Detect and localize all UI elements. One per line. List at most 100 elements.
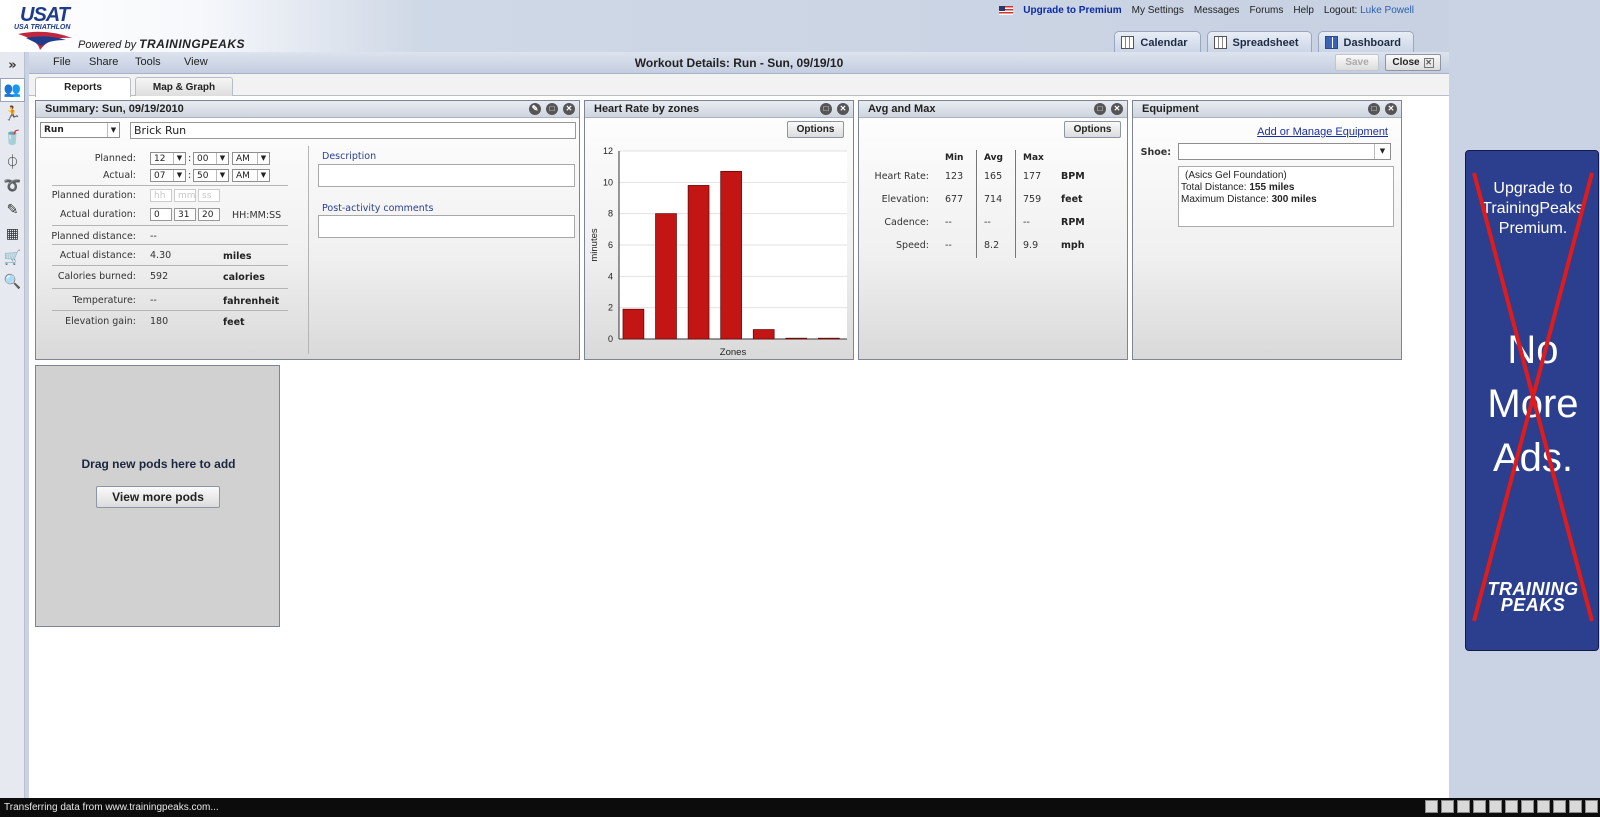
actual-duration-ss[interactable]: 20 xyxy=(198,208,220,221)
planned-duration-hh[interactable]: hh xyxy=(150,189,172,202)
distance-unit: miles xyxy=(223,251,252,262)
wrench-icon[interactable] xyxy=(1585,800,1598,813)
elevation-gain-label: Elevation gain: xyxy=(65,316,136,327)
actual-minute-select[interactable]: 50 ▼ xyxy=(193,169,229,182)
store-icon[interactable]: 🛒 xyxy=(0,246,25,270)
planned-minute-select[interactable]: 00 ▼ xyxy=(193,152,229,165)
refresh-icon[interactable] xyxy=(1569,800,1582,813)
tab-dashboard[interactable]: Dashboard xyxy=(1317,31,1414,53)
workout-title-input[interactable]: Brick Run xyxy=(130,122,576,139)
stat-max-cadence: -- xyxy=(1023,217,1030,228)
chart-y-tick-label: 12 xyxy=(603,146,613,156)
description-textarea[interactable] xyxy=(318,164,575,187)
calories-label: Calories burned: xyxy=(57,271,136,282)
planned-hour-select[interactable]: 12 ▼ xyxy=(150,152,186,165)
report-tabs: Reports Map & Graph xyxy=(29,74,1449,97)
maximize-icon[interactable]: □ xyxy=(546,103,558,115)
avg-max-pod-header[interactable]: Avg and Max □ ✕ xyxy=(859,101,1127,118)
maximize-icon[interactable]: □ xyxy=(1094,103,1106,115)
stat-min-elevation: 677 xyxy=(945,194,964,205)
routes-icon[interactable]: ➰ xyxy=(0,174,25,198)
top-header: USAT USA TRIATHLON Powered by TRAININGPE… xyxy=(0,0,1600,53)
metrics-icon[interactable]: ⏀ xyxy=(0,150,25,174)
chart-icon[interactable] xyxy=(1537,800,1550,813)
chart-x-axis-label: Zones xyxy=(720,347,747,358)
planned-ampm-select[interactable]: AM ▼ xyxy=(232,152,270,165)
calories-value[interactable]: 592 xyxy=(150,271,168,282)
cursor-icon[interactable] xyxy=(1521,800,1534,813)
summary-pod-header[interactable]: Summary: Sun, 09/19/2010 ✎ □ ✕ xyxy=(36,101,579,118)
page-icon[interactable] xyxy=(1441,800,1454,813)
menu-file[interactable]: File xyxy=(53,56,71,68)
edit-icon[interactable]: ✎ xyxy=(529,103,541,115)
user-name[interactable]: Luke Powell xyxy=(1360,5,1414,16)
actual-ampm-select[interactable]: AM ▼ xyxy=(232,169,270,182)
post-comments-textarea[interactable] xyxy=(318,215,575,238)
maximize-icon[interactable]: □ xyxy=(820,103,832,115)
forums-link[interactable]: Forums xyxy=(1249,5,1283,16)
column-divider xyxy=(976,150,977,258)
upgrade-link[interactable]: Upgrade to Premium xyxy=(1023,5,1121,16)
pod-drop-zone[interactable]: Drag new pods here to add View more pods xyxy=(35,365,280,627)
time-colon: : xyxy=(188,170,192,181)
divider xyxy=(52,185,288,186)
maximize-icon[interactable]: □ xyxy=(1368,103,1380,115)
planned-duration-ss[interactable]: ss xyxy=(198,189,220,202)
save-icon[interactable] xyxy=(1489,800,1502,813)
logout-label[interactable]: Logout: Luke Powell xyxy=(1324,5,1414,16)
premium-ad[interactable]: Upgrade to TrainingPeaks Premium. No Mor… xyxy=(1465,150,1599,651)
actual-duration-m-value: 31 xyxy=(178,209,190,220)
my-settings-link[interactable]: My Settings xyxy=(1132,5,1184,16)
expand-rail-icon[interactable]: » xyxy=(0,52,25,78)
usat-logo[interactable]: USAT USA TRIATHLON Powered by TRAININGPE… xyxy=(14,4,254,52)
save-button[interactable]: Save xyxy=(1335,54,1379,71)
menu-share[interactable]: Share xyxy=(89,56,118,68)
tab-map-graph[interactable]: Map & Graph xyxy=(135,77,233,96)
messages-link[interactable]: Messages xyxy=(1194,5,1240,16)
red-x-icon xyxy=(1472,172,1594,622)
disk-icon[interactable] xyxy=(1505,800,1518,813)
logout-text[interactable]: Logout: xyxy=(1324,5,1357,16)
tool-icon[interactable] xyxy=(1473,800,1486,813)
temperature-label: Temperature: xyxy=(72,295,136,306)
check-icon[interactable] xyxy=(1553,800,1566,813)
total-distance-row: Total Distance: 155 miles xyxy=(1181,182,1391,194)
options-label: Options xyxy=(796,124,835,135)
close-pod-icon[interactable]: ✕ xyxy=(837,103,849,115)
manage-equipment-link[interactable]: Add or Manage Equipment xyxy=(1257,126,1388,138)
heart-rate-pod-header[interactable]: Heart Rate by zones □ ✕ xyxy=(585,101,853,118)
workout-icon[interactable]: 🏃 xyxy=(0,102,25,126)
menu-tools[interactable]: Tools xyxy=(135,56,161,68)
plans-icon[interactable]: ▦ xyxy=(0,222,25,246)
close-pod-icon[interactable]: ✕ xyxy=(563,103,575,115)
shoe-select[interactable]: ▼ xyxy=(1178,143,1391,160)
tab-spreadsheet[interactable]: Spreadsheet xyxy=(1206,31,1312,53)
actual-duration-mm[interactable]: 31 xyxy=(174,208,196,221)
lock-icon[interactable] xyxy=(1425,800,1438,813)
journal-icon[interactable]: ✎ xyxy=(0,198,25,222)
avg-max-options-button[interactable]: Options xyxy=(1064,121,1121,138)
sport-select[interactable]: Run ▼ xyxy=(40,122,120,138)
athletes-icon[interactable]: 👥 xyxy=(0,78,25,102)
search-icon[interactable]: 🔍 xyxy=(0,270,25,294)
help-link[interactable]: Help xyxy=(1293,5,1314,16)
pen-icon[interactable] xyxy=(1457,800,1470,813)
close-pod-icon[interactable]: ✕ xyxy=(1111,103,1123,115)
tab-calendar[interactable]: Calendar xyxy=(1114,31,1201,53)
actual-hour-select[interactable]: 07 ▼ xyxy=(150,169,186,182)
close-pod-icon[interactable]: ✕ xyxy=(1385,103,1397,115)
heart-rate-options-button[interactable]: Options xyxy=(787,121,844,138)
elevation-gain-value[interactable]: 180 xyxy=(150,316,168,327)
planned-duration-mm[interactable]: mm xyxy=(174,189,196,202)
menu-view[interactable]: View xyxy=(184,56,208,68)
equipment-pod-header[interactable]: Equipment □ ✕ xyxy=(1133,101,1401,118)
temperature-value[interactable]: -- xyxy=(150,295,157,306)
tab-reports[interactable]: Reports xyxy=(35,77,131,97)
view-more-pods-button[interactable]: View more pods xyxy=(96,486,220,508)
actual-distance-value[interactable]: 4.30 xyxy=(150,250,171,261)
actual-duration-hh[interactable]: 0 xyxy=(150,208,172,221)
close-button[interactable]: Close ✕ xyxy=(1385,54,1441,71)
planned-distance-value[interactable]: -- xyxy=(150,231,157,242)
elevation-unit: feet xyxy=(223,317,245,328)
meal-icon[interactable]: 🥤 xyxy=(0,126,25,150)
